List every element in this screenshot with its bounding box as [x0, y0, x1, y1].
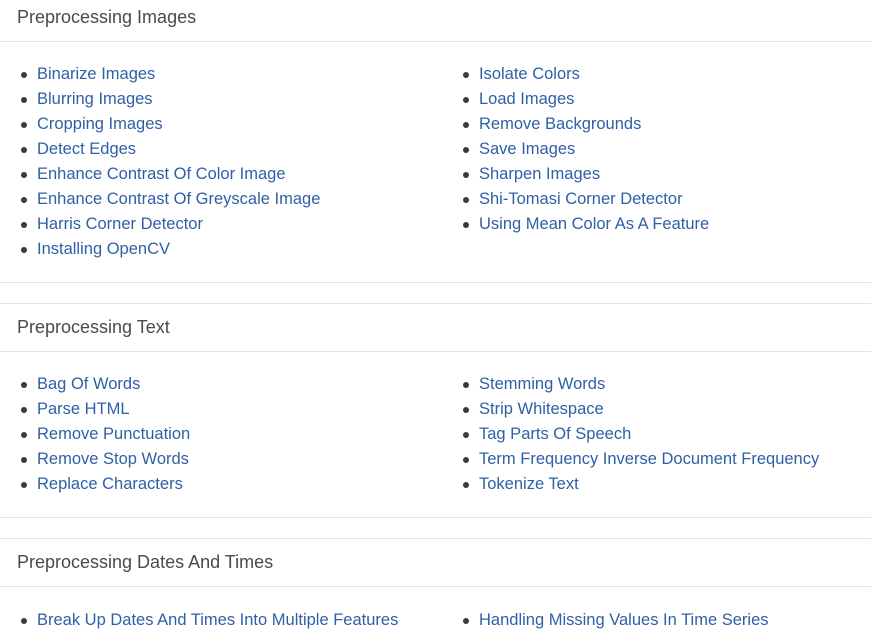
link-missing-values-time-series[interactable]: Handling Missing Values In Time Series	[479, 611, 769, 629]
link-tf-idf[interactable]: Term Frequency Inverse Document Frequenc…	[479, 450, 819, 468]
link-break-up-dates-times[interactable]: Break Up Dates And Times Into Multiple F…	[37, 611, 398, 629]
list-item: Enhance Contrast Of Color Image	[20, 162, 320, 187]
link-save-images[interactable]: Save Images	[479, 140, 575, 158]
link-remove-punctuation[interactable]: Remove Punctuation	[37, 425, 190, 443]
link-installing-opencv[interactable]: Installing OpenCV	[37, 240, 170, 258]
link-detect-edges[interactable]: Detect Edges	[37, 140, 136, 158]
section-preprocessing-images: Preprocessing Images Binarize Images Blu…	[0, 0, 871, 283]
list-item: Detect Edges	[20, 137, 320, 162]
list-item: Handling Missing Values In Time Series	[463, 608, 769, 630]
list-item: Harris Corner Detector	[20, 212, 320, 237]
link-mean-color-feature[interactable]: Using Mean Color As A Feature	[479, 215, 709, 233]
link-parse-html[interactable]: Parse HTML	[37, 400, 130, 418]
link-tag-parts-of-speech[interactable]: Tag Parts Of Speech	[479, 425, 631, 443]
list-item: Strip Whitespace	[462, 397, 819, 422]
link-isolate-colors[interactable]: Isolate Colors	[479, 65, 580, 83]
section-body: Binarize Images Blurring Images Cropping…	[0, 42, 871, 283]
list-item: Save Images	[462, 137, 709, 162]
list-item: Enhance Contrast Of Greyscale Image	[20, 187, 320, 212]
list-item: Stemming Words	[462, 372, 819, 397]
list-item: Binarize Images	[20, 62, 320, 87]
link-binarize-images[interactable]: Binarize Images	[37, 65, 155, 83]
list-item: Break Up Dates And Times Into Multiple F…	[20, 608, 398, 630]
list-item: Remove Backgrounds	[462, 112, 709, 137]
page: Preprocessing Images Binarize Images Blu…	[0, 0, 871, 630]
list-item: Parse HTML	[20, 397, 190, 422]
link-bag-of-words[interactable]: Bag Of Words	[37, 375, 140, 393]
link-list-left: Break Up Dates And Times Into Multiple F…	[20, 608, 398, 630]
link-remove-stop-words[interactable]: Remove Stop Words	[37, 450, 189, 468]
link-enhance-contrast-color[interactable]: Enhance Contrast Of Color Image	[37, 165, 286, 183]
section-preprocessing-dates-times: Preprocessing Dates And Times Break Up D…	[0, 538, 871, 630]
link-stemming-words[interactable]: Stemming Words	[479, 375, 605, 393]
list-item: Sharpen Images	[462, 162, 709, 187]
list-item: Isolate Colors	[462, 62, 709, 87]
list-item: Bag Of Words	[20, 372, 190, 397]
link-enhance-contrast-greyscale[interactable]: Enhance Contrast Of Greyscale Image	[37, 190, 320, 208]
section-title: Preprocessing Text	[17, 317, 170, 337]
link-remove-backgrounds[interactable]: Remove Backgrounds	[479, 115, 641, 133]
list-item: Remove Punctuation	[20, 422, 190, 447]
section-header: Preprocessing Dates And Times	[0, 539, 871, 587]
list-item: Blurring Images	[20, 87, 320, 112]
list-item: Tokenize Text	[462, 472, 819, 497]
link-list-right: Stemming Words Strip Whitespace Tag Part…	[462, 372, 819, 497]
link-replace-characters[interactable]: Replace Characters	[37, 475, 183, 493]
section-title: Preprocessing Dates And Times	[17, 552, 274, 572]
link-load-images[interactable]: Load Images	[479, 90, 574, 108]
list-item: Cropping Images	[20, 112, 320, 137]
list-item: Installing OpenCV	[20, 237, 320, 262]
section-body: Bag Of Words Parse HTML Remove Punctuati…	[0, 352, 871, 518]
list-item: Using Mean Color As A Feature	[462, 212, 709, 237]
section-title: Preprocessing Images	[17, 7, 197, 27]
list-item: Shi-Tomasi Corner Detector	[462, 187, 709, 212]
list-item: Remove Stop Words	[20, 447, 190, 472]
link-shi-tomasi[interactable]: Shi-Tomasi Corner Detector	[479, 190, 683, 208]
section-header: Preprocessing Text	[0, 304, 871, 352]
section-preprocessing-text: Preprocessing Text Bag Of Words Parse HT…	[0, 303, 871, 518]
link-sharpen-images[interactable]: Sharpen Images	[479, 165, 600, 183]
list-item: Load Images	[462, 87, 709, 112]
link-harris-corner-detector[interactable]: Harris Corner Detector	[37, 215, 203, 233]
link-list-right: Handling Missing Values In Time Series	[463, 608, 769, 630]
section-header: Preprocessing Images	[0, 0, 871, 42]
link-strip-whitespace[interactable]: Strip Whitespace	[479, 400, 604, 418]
link-tokenize-text[interactable]: Tokenize Text	[479, 475, 579, 493]
list-item: Term Frequency Inverse Document Frequenc…	[462, 447, 819, 472]
list-item: Replace Characters	[20, 472, 190, 497]
link-list-right: Isolate Colors Load Images Remove Backgr…	[462, 62, 709, 237]
list-item: Tag Parts Of Speech	[462, 422, 819, 447]
link-blurring-images[interactable]: Blurring Images	[37, 90, 153, 108]
link-list-left: Binarize Images Blurring Images Cropping…	[20, 62, 320, 262]
link-cropping-images[interactable]: Cropping Images	[37, 115, 163, 133]
link-list-left: Bag Of Words Parse HTML Remove Punctuati…	[20, 372, 190, 497]
